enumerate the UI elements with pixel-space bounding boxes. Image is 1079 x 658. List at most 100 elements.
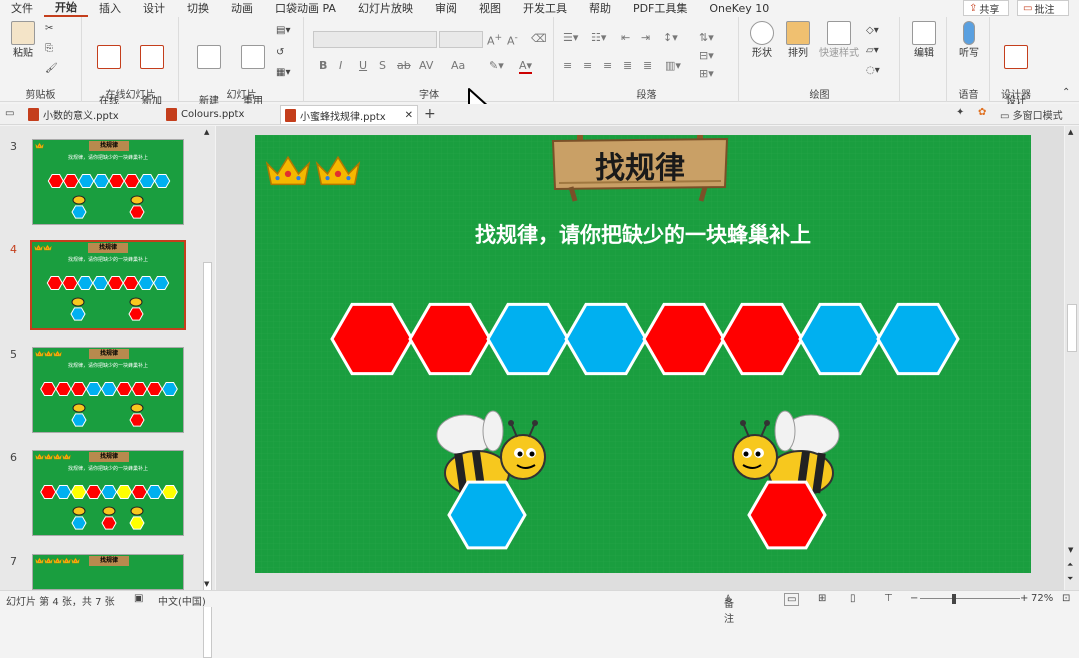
share-button[interactable]: ⇪ 共享 [963, 0, 1009, 16]
tab-1[interactable]: Colours.pptx [162, 105, 276, 124]
menu-item-8[interactable]: 审阅 [424, 0, 468, 16]
shape-fill-icon[interactable]: ◇▾ [866, 25, 879, 36]
font-color-icon[interactable]: A▾ [519, 59, 533, 74]
numbering-icon[interactable]: ☷▾ [591, 31, 606, 44]
char-spacing-button[interactable]: AV [419, 59, 433, 72]
menu-item-4[interactable]: 切换 [176, 0, 220, 16]
bold-button[interactable]: B [319, 59, 327, 72]
align-center-icon[interactable]: ≡ [583, 59, 592, 72]
reading-view-icon[interactable]: ▯ [850, 593, 856, 604]
prev-slide-icon[interactable]: ⏶ [1067, 560, 1073, 570]
distributed-icon[interactable]: ≣ [643, 59, 652, 72]
collapse-ribbon-icon[interactable]: ⌃ [1062, 87, 1070, 98]
scroll-down-icon[interactable]: ▼ [204, 580, 209, 588]
font-name-dropdown[interactable] [313, 31, 437, 48]
zoom-slider[interactable] [920, 598, 1020, 599]
next-slide-icon[interactable]: ⏷ [1067, 574, 1073, 584]
change-case-button[interactable]: Aa [451, 59, 465, 72]
align-text-icon[interactable]: ⊟▾ [699, 49, 714, 62]
zoom-out-icon[interactable]: − [910, 593, 918, 604]
thumbnail-honeycombs [47, 174, 171, 219]
multi-window-button[interactable]: ▭ 多窗口模式 [1000, 107, 1063, 122]
shapes-button[interactable]: 形状 [744, 21, 780, 60]
thumbnail-cell [153, 276, 170, 290]
scroll-down-icon[interactable]: ▼ [1068, 546, 1073, 554]
tab-2[interactable]: 小蜜蜂找规律.pptx ✕ [280, 105, 418, 124]
paste-button[interactable]: 粘贴 [6, 21, 40, 60]
menu-item-3[interactable]: 设计 [132, 0, 176, 16]
menu-item-13[interactable]: OneKey 10 [698, 2, 780, 15]
slideshow-icon[interactable]: ⊤ [884, 593, 893, 604]
comment-button[interactable]: ▭ 批注 [1017, 0, 1069, 16]
zoom-in-icon[interactable]: + [1020, 593, 1028, 604]
menu-item-12[interactable]: PDF工具集 [622, 0, 698, 16]
clear-format-icon[interactable]: ⌫ [531, 32, 547, 45]
slide-sorter-icon[interactable]: ⊞ [818, 593, 826, 604]
quick-styles-button[interactable]: 快速样式 [816, 21, 862, 60]
thumbnail-bee-cell [129, 205, 145, 219]
thumbnail-bee-icon [71, 297, 85, 307]
decrease-indent-icon[interactable]: ⇤ [621, 31, 630, 44]
shadow-button[interactable]: S [379, 59, 386, 72]
slide-thumbnail-7[interactable]: 找规律 [32, 554, 184, 590]
menu-item-5[interactable]: 动画 [220, 0, 264, 16]
new-doc-icon[interactable]: ▭ [5, 108, 14, 119]
dictate-button[interactable]: 听写 [952, 21, 986, 60]
close-tab-icon[interactable]: ✕ [405, 110, 413, 121]
format-painter-icon[interactable]: 🖌 [45, 63, 58, 74]
scroll-up-icon[interactable]: ▲ [1068, 128, 1073, 136]
copy-icon[interactable]: ⎘ [45, 43, 53, 54]
line-spacing-icon[interactable]: ↕▾ [663, 31, 678, 44]
menu-item-11[interactable]: 帮助 [578, 0, 622, 16]
columns-icon[interactable]: ▥▾ [665, 59, 681, 72]
slide-thumbnail-6[interactable]: 找规律 找规律，请你把缺少的一块蜂巢补上 [32, 450, 184, 536]
accessibility-icon[interactable]: ▣ [134, 593, 143, 604]
fit-window-icon[interactable]: ⊡ [1062, 593, 1070, 604]
menu-item-10[interactable]: 开发工具 [512, 0, 578, 16]
shape-effects-icon[interactable]: ◌▾ [866, 65, 880, 76]
align-left-icon[interactable]: ≡ [563, 59, 572, 72]
layout-icon[interactable]: ▤▾ [276, 25, 290, 36]
tab-0[interactable]: 小数的意义.pptx [24, 105, 164, 124]
settings-icon[interactable]: ✿ [978, 107, 986, 118]
menu-item-2[interactable]: 插入 [88, 0, 132, 16]
smartart-icon[interactable]: ⊞▾ [699, 67, 714, 80]
text-direction-icon[interactable]: ⇅▾ [699, 31, 714, 44]
grow-font-icon[interactable]: A+ [487, 32, 502, 48]
align-right-icon[interactable]: ≡ [603, 59, 612, 72]
zoom-level[interactable]: 72% [1031, 593, 1053, 604]
strikethrough-button[interactable]: ab [397, 59, 411, 72]
increase-indent-icon[interactable]: ⇥ [641, 31, 650, 44]
add-tab-icon[interactable]: + [424, 106, 436, 122]
font-size-dropdown[interactable] [439, 31, 483, 48]
slide-thumbnail-3[interactable]: 找规律 找规律，请你把缺少的一块蜂巢补上 [32, 139, 184, 225]
menu-item-0[interactable]: 文件 [0, 0, 44, 16]
menu-item-7[interactable]: 幻灯片放映 [347, 0, 424, 16]
italic-button[interactable]: I [339, 59, 342, 72]
bullets-icon[interactable]: ☰▾ [563, 31, 578, 44]
slide-thumbnail-5[interactable]: 找规律 找规律，请你把缺少的一块蜂巢补上 [32, 347, 184, 433]
menu-item-1[interactable]: 开始 [44, 0, 88, 17]
underline-button[interactable]: U [359, 59, 367, 72]
language-indicator[interactable]: 中文(中国) [158, 593, 206, 608]
section-icon[interactable]: ▦▾ [276, 67, 290, 78]
editing-button[interactable]: 编辑 [907, 21, 941, 60]
reset-icon[interactable]: ↺ [276, 47, 284, 58]
menu-item-6[interactable]: 口袋动画 PA [264, 0, 347, 16]
cut-icon[interactable]: ✂ [45, 23, 53, 34]
editor-scrollbar[interactable]: ▲ ▼ ⏶ ⏷ [1065, 126, 1079, 590]
zoom-slider-thumb[interactable] [952, 594, 956, 604]
shape-outline-icon[interactable]: ▱▾ [866, 45, 879, 56]
menu-item-9[interactable]: 视图 [468, 0, 512, 16]
scrollbar-thumb[interactable] [1067, 304, 1077, 352]
justify-icon[interactable]: ≣ [623, 59, 632, 72]
scroll-up-icon[interactable]: ▲ [204, 128, 209, 136]
thumbnail-scrollbar[interactable]: ▲ ▼ [201, 126, 214, 658]
normal-view-icon[interactable]: ▭ [784, 593, 800, 606]
pin-icon[interactable]: ✦ [956, 107, 964, 118]
shrink-font-icon[interactable]: A- [507, 32, 518, 48]
highlight-icon[interactable]: ✎▾ [489, 59, 504, 72]
arrange-button[interactable]: 排列 [780, 21, 816, 60]
slide-canvas[interactable]: 找规律 找规律，请你把缺少的一块蜂巢补上 [255, 135, 1031, 573]
slide-thumbnail-4[interactable]: 找规律 找规律，请你把缺少的一块蜂巢补上 [30, 240, 186, 330]
